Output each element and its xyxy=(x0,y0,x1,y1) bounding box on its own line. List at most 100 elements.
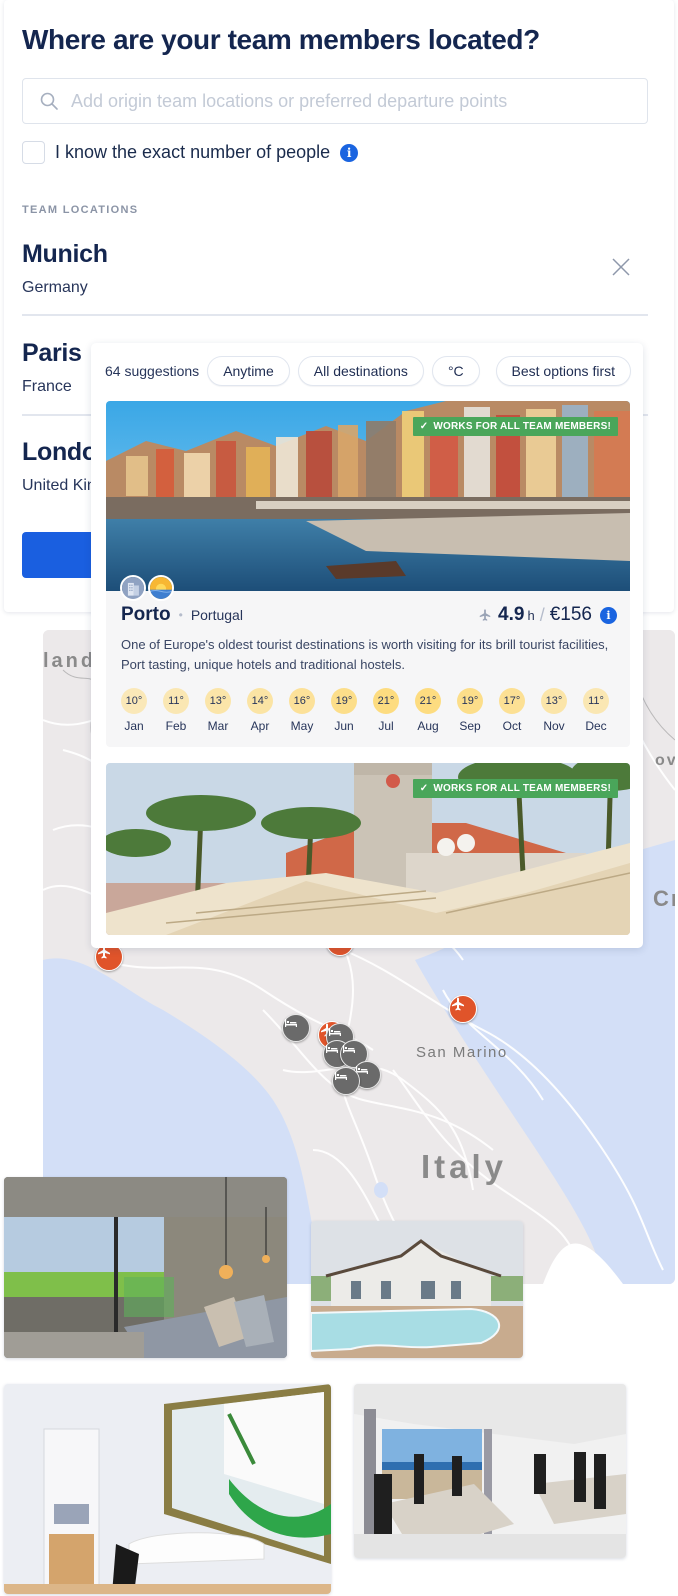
month-temperature: 10° xyxy=(121,688,147,714)
destination-card[interactable]: ✓ WORKS FOR ALL TEAM MEMBERS! Porto • Po… xyxy=(106,401,630,747)
month-label: Nov xyxy=(543,719,565,733)
location-country: France xyxy=(22,378,72,395)
search-input[interactable] xyxy=(71,90,647,112)
destination-card[interactable]: ✓ WORKS FOR ALL TEAM MEMBERS! xyxy=(106,763,630,935)
flight-hours: 4.9 xyxy=(498,604,525,625)
check-icon: ✓ xyxy=(419,421,429,432)
sort-chip[interactable]: Best options first xyxy=(495,356,631,386)
bed-icon xyxy=(335,1072,347,1080)
info-icon[interactable]: i xyxy=(340,143,359,162)
climate-strip: 10° Jan 11° Feb 13° Mar 14° Apr 16° May 19° Jun 21° J… xyxy=(121,688,625,733)
page-title: Where are your team members located? xyxy=(22,24,540,55)
bed-icon xyxy=(329,1028,341,1036)
section-label: TEAM LOCATIONS xyxy=(22,204,139,216)
venue-photo-villa-pool[interactable] xyxy=(311,1221,523,1358)
beach-sunset-icon xyxy=(148,575,174,601)
month-temperature: 11° xyxy=(583,688,609,714)
works-for-all-badge: ✓ WORKS FOR ALL TEAM MEMBERS! xyxy=(412,779,618,798)
month-temperature: 16° xyxy=(289,688,315,714)
bed-icon xyxy=(285,1019,297,1027)
airplane-icon xyxy=(479,609,491,621)
suggestions-panel: 64 suggestions Anytime All destinations … xyxy=(91,343,643,948)
city-icon xyxy=(120,575,146,601)
exact-people-label[interactable]: I know the exact number of people xyxy=(55,142,330,163)
month-label: Feb xyxy=(165,719,187,733)
badge-label: WORKS FOR ALL TEAM MEMBERS! xyxy=(433,421,611,432)
month-label: Mar xyxy=(207,719,229,733)
location-city: Paris xyxy=(22,339,82,367)
climate-month: 14° Apr xyxy=(247,688,289,733)
location-city: Munich xyxy=(22,240,108,268)
map-label-san-marino: San Marino xyxy=(416,1044,508,1061)
separator-dot: • xyxy=(178,608,183,622)
climate-month: 13° Mar xyxy=(205,688,247,733)
month-label: Sep xyxy=(459,719,481,733)
venue-photo-bedroom[interactable] xyxy=(4,1177,287,1358)
hotel-pin[interactable] xyxy=(332,1067,360,1095)
month-temperature: 14° xyxy=(247,688,273,714)
map-label-croatia: Cr xyxy=(653,886,675,911)
location-item: Paris France xyxy=(22,339,82,396)
map-label-slovenia: ov xyxy=(655,752,675,769)
month-temperature: 19° xyxy=(331,688,357,714)
month-label: Dec xyxy=(585,719,607,733)
hotel-pin[interactable] xyxy=(282,1014,310,1042)
location-search[interactable] xyxy=(22,78,648,124)
flight-hours-unit: h xyxy=(527,607,535,623)
location-item: Munich Germany xyxy=(22,240,108,297)
climate-month: 19° Jun xyxy=(331,688,373,733)
month-temperature: 17° xyxy=(499,688,525,714)
climate-month: 21° Jul xyxy=(373,688,415,733)
climate-month: 11° Feb xyxy=(163,688,205,733)
map-label-switzerland: land xyxy=(43,650,97,672)
separator-slash: / xyxy=(539,604,545,625)
month-label: May xyxy=(290,719,314,733)
price: €156 xyxy=(549,604,592,625)
info-icon[interactable]: i xyxy=(600,606,617,624)
search-icon xyxy=(40,92,58,110)
month-label: Oct xyxy=(502,719,522,733)
month-temperature: 19° xyxy=(457,688,483,714)
climate-month: 17° Oct xyxy=(499,688,541,733)
month-temperature: 13° xyxy=(205,688,231,714)
airport-pin[interactable] xyxy=(449,995,477,1023)
suggestions-toolbar: 64 suggestions Anytime All destinations … xyxy=(105,355,631,387)
venue-photo-office[interactable] xyxy=(354,1384,626,1558)
destination-header: Porto • Portugal 4.9 h / €156 i xyxy=(121,602,617,628)
close-icon[interactable] xyxy=(610,256,632,278)
exact-people-checkbox[interactable] xyxy=(22,141,45,164)
destination-description: One of Europe's oldest tourist destinati… xyxy=(121,637,609,672)
month-label: Jan xyxy=(124,719,144,733)
bed-icon xyxy=(343,1045,355,1053)
month-temperature: 11° xyxy=(163,688,189,714)
month-label: Apr xyxy=(250,719,270,733)
bed-icon xyxy=(326,1045,338,1053)
climate-month: 21° Aug xyxy=(415,688,457,733)
month-label: Aug xyxy=(417,719,439,733)
climate-month: 10° Jan xyxy=(121,688,163,733)
destination-country: Portugal xyxy=(190,607,243,623)
works-for-all-badge: ✓ WORKS FOR ALL TEAM MEMBERS! xyxy=(412,417,618,436)
climate-month: 11° Dec xyxy=(583,688,625,733)
airplane-icon xyxy=(452,997,464,1011)
time-filter-chip[interactable]: Anytime xyxy=(207,356,290,386)
month-temperature: 21° xyxy=(415,688,441,714)
divider xyxy=(22,314,648,316)
exact-people-option: I know the exact number of people i xyxy=(22,141,359,164)
climate-month: 16° May xyxy=(289,688,331,733)
location-country: Germany xyxy=(22,279,88,296)
map-label-italy: Italy xyxy=(421,1148,508,1185)
check-icon: ✓ xyxy=(419,783,429,794)
climate-month: 19° Sep xyxy=(457,688,499,733)
month-temperature: 13° xyxy=(541,688,567,714)
month-label: Jun xyxy=(334,719,354,733)
venue-photo-desk-window[interactable] xyxy=(4,1384,331,1594)
month-temperature: 21° xyxy=(373,688,399,714)
month-label: Jul xyxy=(378,719,394,733)
temperature-unit-chip[interactable]: °C xyxy=(431,356,480,386)
destination-name[interactable]: Porto xyxy=(121,604,171,626)
suggestions-count: 64 suggestions xyxy=(105,363,200,379)
destination-type-icons xyxy=(120,575,176,601)
destinations-filter-chip[interactable]: All destinations xyxy=(297,356,424,386)
climate-month: 13° Nov xyxy=(541,688,583,733)
